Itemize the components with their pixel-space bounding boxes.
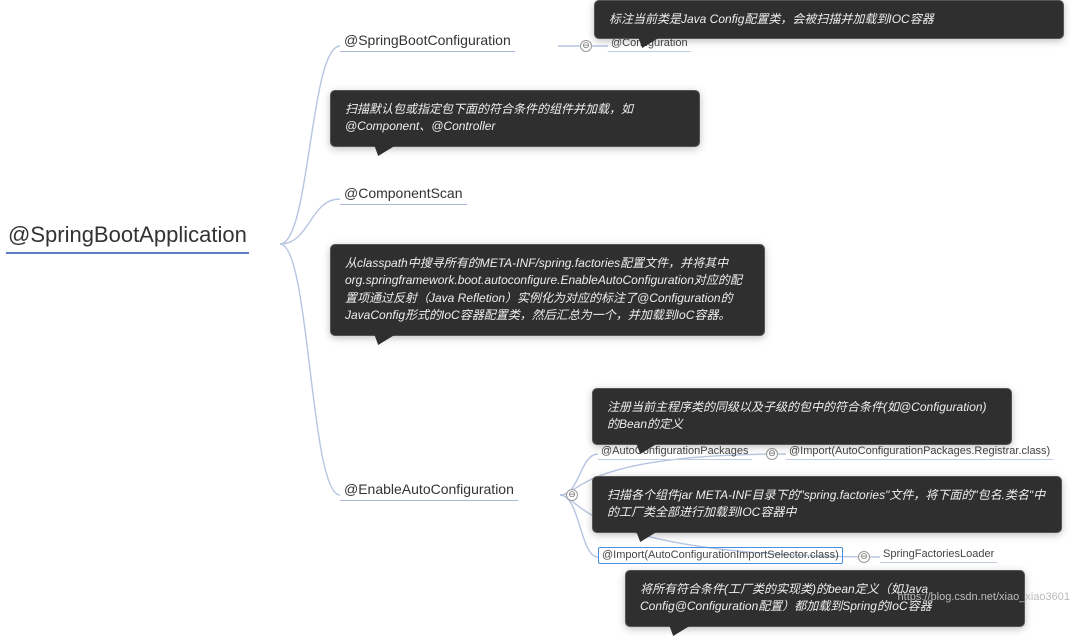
note-import-selector: 扫描各个组件jar META-INF目录下的"spring.factories"… xyxy=(592,476,1062,533)
collapse-icon[interactable] xyxy=(858,551,870,563)
root-node[interactable]: @SpringBootApplication xyxy=(6,220,249,254)
note-enable-auto-config: 从classpath中搜寻所有的META-INF/spring.factorie… xyxy=(330,244,765,336)
node-springboot-configuration[interactable]: @SpringBootConfiguration xyxy=(340,30,515,52)
leaf-label: @AutoConfigurationPackages xyxy=(601,445,749,457)
note-text: 扫描默认包或指定包下面的符合条件的组件并加载，如@Component、@Cont… xyxy=(345,102,633,133)
leaf-spring-factories-loader[interactable]: SpringFactoriesLoader xyxy=(880,547,997,563)
node-label: @SpringBootConfiguration xyxy=(344,32,511,48)
leaf-auto-config-packages[interactable]: @AutoConfigurationPackages xyxy=(598,444,752,460)
node-enable-auto-configuration[interactable]: @EnableAutoConfiguration xyxy=(340,479,518,501)
leaf-import-registrar[interactable]: @Import(AutoConfigurationPackages.Regist… xyxy=(786,444,1053,460)
node-label: @EnableAutoConfiguration xyxy=(344,481,514,497)
note-configuration: 标注当前类是Java Config配置类，会被扫描并加载到IOC容器 xyxy=(594,0,1064,39)
collapse-icon[interactable] xyxy=(580,40,592,52)
watermark: https://blog.csdn.net/xiao_xiao3601 xyxy=(898,591,1070,603)
collapse-icon[interactable] xyxy=(566,489,578,501)
note-auto-config-packages: 注册当前主程序类的同级以及子级的包中的符合条件(如@Configuration)… xyxy=(592,388,1012,445)
watermark-text: https://blog.csdn.net/xiao_xiao3601 xyxy=(898,591,1070,603)
node-label: @ComponentScan xyxy=(344,185,463,201)
leaf-label: @Import(AutoConfigurationImportSelector.… xyxy=(602,549,839,561)
note-text: 从classpath中搜寻所有的META-INF/spring.factorie… xyxy=(345,256,742,322)
leaf-import-selector[interactable]: @Import(AutoConfigurationImportSelector.… xyxy=(598,547,843,564)
note-component-scan: 扫描默认包或指定包下面的符合条件的组件并加载，如@Component、@Cont… xyxy=(330,90,700,147)
root-label: @SpringBootApplication xyxy=(8,222,247,247)
note-text: 注册当前主程序类的同级以及子级的包中的符合条件(如@Configuration)… xyxy=(607,400,987,431)
note-text: 扫描各个组件jar META-INF目录下的"spring.factories"… xyxy=(607,488,1045,519)
leaf-label: SpringFactoriesLoader xyxy=(883,548,994,560)
note-text: 标注当前类是Java Config配置类，会被扫描并加载到IOC容器 xyxy=(609,12,934,26)
collapse-icon[interactable] xyxy=(766,448,778,460)
node-component-scan[interactable]: @ComponentScan xyxy=(340,183,467,205)
leaf-label: @Import(AutoConfigurationPackages.Regist… xyxy=(789,445,1050,457)
